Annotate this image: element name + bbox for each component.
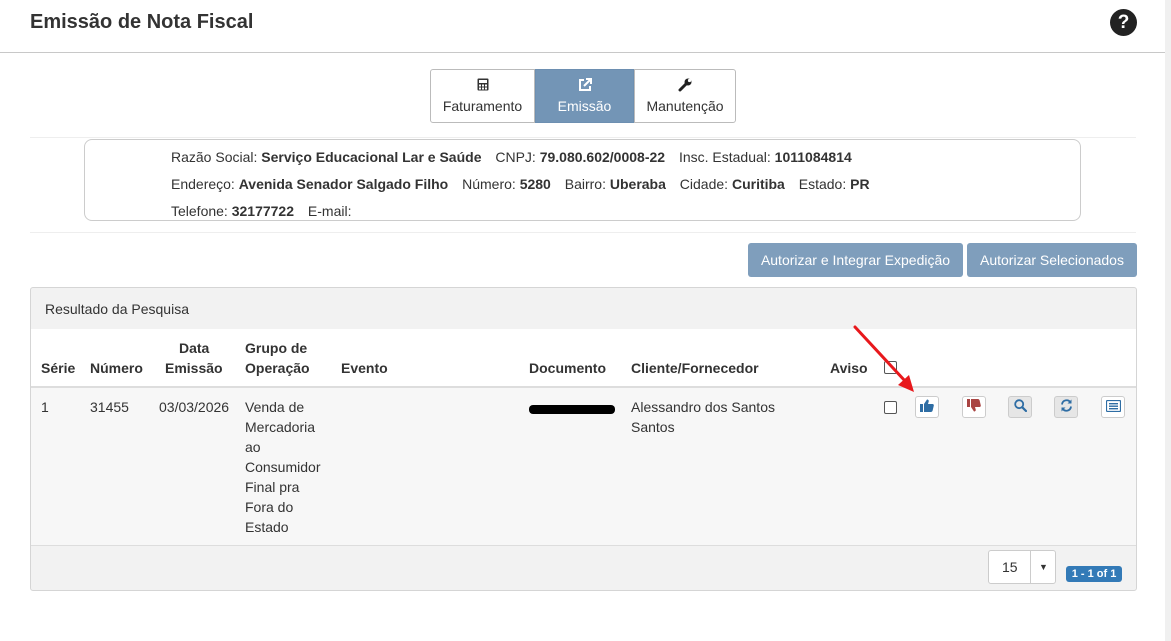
refresh-icon [1060,399,1073,415]
col-cliente[interactable]: Cliente/Fornecedor [631,358,759,378]
cell-serie: 1 [41,399,49,415]
tab-emissao[interactable]: Emissão [535,69,634,123]
tab-bar: Faturamento Emissão Manutenção [430,69,736,123]
company-row-2: Endereço: Avenida Senador Salgado Filho … [171,176,870,192]
cell-cliente: Alessandro dos Santos Santos [631,399,775,435]
col-grupo-line2[interactable]: Operação [245,358,310,378]
tab-label: Manutenção [646,98,724,114]
thumbs-up-icon [920,399,934,415]
cell-grupo: Venda de Mercadoria ao Consumidor Final … [245,399,321,535]
reject-button[interactable] [962,396,986,418]
wrench-icon [678,78,692,94]
page-size-select[interactable]: 15 ▼ [988,550,1056,584]
tab-label: Faturamento [442,98,523,114]
row-checkbox[interactable] [884,401,897,414]
company-row-1: Razão Social: Serviço Educacional Lar e … [171,149,852,165]
col-grupo-line1[interactable]: Grupo de [245,338,307,358]
caret-down-icon[interactable]: ▼ [1030,551,1056,583]
col-data-line2[interactable]: Emissão [165,358,223,378]
company-row-3: Telefone: 32177722 E-mail: [171,203,352,219]
authorize-button[interactable] [915,396,939,418]
autorizar-selecionados-button[interactable]: Autorizar Selecionados [967,243,1137,277]
col-aviso[interactable]: Aviso [830,358,868,378]
external-link-icon [578,78,592,94]
search-icon [1013,399,1027,415]
col-serie[interactable]: Série [41,358,75,378]
calculator-icon [477,78,489,94]
col-numero[interactable]: Número [90,358,143,378]
tab-label: Emissão [557,98,612,114]
help-icon[interactable]: ? [1110,9,1137,36]
divider [30,137,1136,138]
cell-numero: 31455 [90,399,129,415]
results-table: Série Número Data Emissão Grupo de Opera… [31,329,1136,546]
divider [30,232,1136,233]
col-documento[interactable]: Documento [529,358,606,378]
page-title: Emissão de Nota Fiscal [30,11,254,33]
cell-data: 03/03/2026 [159,399,230,415]
table-row: 1 31455 03/03/2026 Venda de Mercadoria a… [31,388,1136,545]
refresh-button[interactable] [1054,396,1078,418]
page-header: Emissão de Nota Fiscal [0,0,1165,53]
autorizar-integrar-button[interactable]: Autorizar e Integrar Expedição [748,243,963,277]
page-size-value: 15 [1002,559,1018,575]
thumbs-down-icon [967,399,981,415]
tab-faturamento[interactable]: Faturamento [430,69,535,123]
panel-title: Resultado da Pesquisa [45,301,189,317]
details-button[interactable] [1101,396,1125,418]
pagination-range-badge: 1 - 1 of 1 [1066,566,1122,582]
col-data-line1[interactable]: Data [179,338,209,358]
redacted-documento [529,405,615,414]
results-panel: Resultado da Pesquisa Série Número Data … [30,287,1137,591]
select-all-checkbox[interactable] [884,361,897,374]
tab-manutencao[interactable]: Manutenção [634,69,736,123]
panel-header: Resultado da Pesquisa [31,288,1136,330]
list-icon [1105,399,1121,415]
vertical-scrollbar[interactable] [1165,0,1171,641]
col-evento[interactable]: Evento [341,358,388,378]
view-button[interactable] [1008,396,1032,418]
